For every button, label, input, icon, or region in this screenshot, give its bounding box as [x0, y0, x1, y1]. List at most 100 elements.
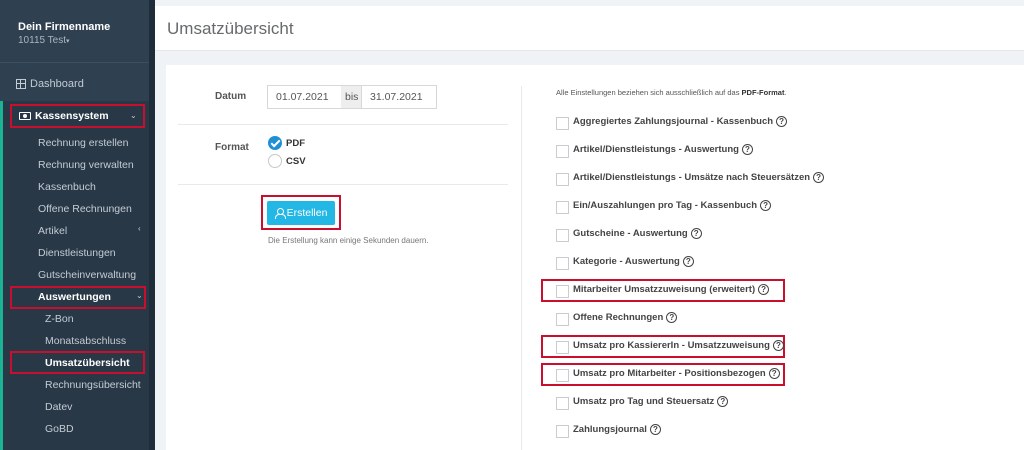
sidebar-item-label: Dashboard [30, 78, 84, 90]
active-indicator [0, 101, 3, 450]
option-text: Umsatz pro KassiererIn - Umsatzzuweisung [573, 340, 770, 351]
format-label: Format [215, 142, 249, 153]
option-checkbox[interactable] [556, 173, 569, 186]
sidebar-divider [0, 62, 149, 63]
sidebar-edge [149, 0, 155, 450]
date-to-input[interactable]: 31.07.2021 [361, 85, 437, 109]
sidebar-item-rechnungsuebersicht[interactable]: Rechnungsübersicht [45, 379, 141, 391]
option-label: Kategorie - Auswertung? [573, 256, 694, 267]
option-checkbox[interactable] [556, 229, 569, 242]
radio-pdf-label: PDF [286, 138, 305, 149]
option-label: Umsatz pro Mitarbeiter - Positionsbezoge… [573, 368, 780, 379]
datum-label: Datum [215, 91, 247, 102]
sidebar-item-rechnung-verwalten[interactable]: Rechnung verwalten [38, 159, 134, 171]
option-label: Ein/Auszahlungen pro Tag - Kassenbuch? [573, 200, 772, 211]
sidebar-item-dashboard[interactable]: Dashboard [16, 78, 84, 90]
help-icon[interactable]: ? [682, 256, 694, 267]
help-icon[interactable]: ? [649, 424, 661, 435]
option-checkbox[interactable] [556, 313, 569, 326]
grid-icon [16, 79, 26, 89]
radio-csv[interactable] [268, 154, 282, 168]
column-divider [521, 86, 522, 450]
option-text: Umsatz pro Tag und Steuersatz [573, 396, 715, 407]
option-text: Umsatz pro Mitarbeiter - Positionsbezoge… [573, 368, 766, 379]
help-icon[interactable]: ? [666, 312, 678, 323]
company-name: Dein Firmenname [18, 21, 111, 33]
erstellen-button-label: Erstellen [286, 207, 328, 219]
option-label: Aggregiertes Zahlungsjournal - Kassenbuc… [573, 116, 788, 127]
help-icon[interactable]: ? [768, 368, 780, 379]
option-label: Umsatz pro KassiererIn - Umsatzzuweisung… [573, 340, 784, 351]
option-text: Gutscheine - Auswertung [573, 228, 688, 239]
option-label: Artikel/Dienstleistungs - Auswertung? [573, 144, 753, 155]
cash-icon [19, 112, 31, 121]
option-text: Artikel/Dienstleistungs - Umsätze nach S… [573, 172, 811, 183]
sidebar: Dein Firmenname 10115 Test▾ Dashboard Ka… [0, 0, 155, 450]
option-checkbox[interactable] [556, 257, 569, 270]
sidebar-item-kassensystem[interactable]: Kassensystem [19, 110, 109, 122]
divider [178, 124, 508, 125]
page-title: Umsatzübersicht [167, 19, 294, 38]
settings-note-end: . [784, 88, 787, 97]
option-label: Mitarbeiter Umsatzzuweisung (erweitert)? [573, 284, 770, 295]
sidebar-item-artikel[interactable]: Artikel [38, 225, 67, 237]
chevron-down-icon: ⌄ [136, 291, 143, 300]
chevron-down-icon: ⌄ [130, 111, 137, 120]
option-text: Artikel/Dienstleistungs - Auswertung [573, 144, 739, 155]
sidebar-item-z-bon[interactable]: Z-Bon [45, 313, 74, 325]
help-icon[interactable]: ? [758, 284, 770, 295]
option-checkbox[interactable] [556, 285, 569, 298]
option-text: Offene Rechnungen [573, 312, 664, 323]
option-label: Offene Rechnungen? [573, 312, 678, 323]
option-checkbox[interactable] [556, 117, 569, 130]
sidebar-item-gutscheinverwaltung[interactable]: Gutscheinverwaltung [38, 269, 136, 281]
option-checkbox[interactable] [556, 425, 569, 438]
page-header: Umsatzübersicht [155, 6, 1024, 51]
sidebar-item-rechnung-erstellen[interactable]: Rechnung erstellen [38, 137, 128, 149]
option-text: Zahlungsjournal [573, 424, 647, 435]
sidebar-item-kassenbuch[interactable]: Kassenbuch [38, 181, 96, 193]
sidebar-item-offene-rechnungen[interactable]: Offene Rechnungen [38, 203, 132, 215]
help-icon[interactable]: ? [772, 340, 784, 351]
sidebar-item-datev[interactable]: Datev [45, 401, 72, 413]
sidebar-item-umsatzuebersicht[interactable]: Umsatzübersicht [45, 357, 130, 369]
help-icon[interactable]: ? [813, 172, 825, 183]
help-icon[interactable]: ? [776, 116, 788, 127]
option-checkbox[interactable] [556, 369, 569, 382]
chevron-left-icon: ‹ [138, 224, 141, 233]
branch-label: 10115 Test [18, 35, 67, 46]
option-checkbox[interactable] [556, 201, 569, 214]
user-icon [274, 208, 286, 219]
help-icon[interactable]: ? [690, 228, 702, 239]
option-text: Mitarbeiter Umsatzzuweisung (erweitert) [573, 284, 756, 295]
caret-down-icon: ▾ [66, 38, 70, 45]
sidebar-item-gobd[interactable]: GoBD [45, 423, 74, 435]
help-icon[interactable]: ? [717, 396, 729, 407]
option-checkbox[interactable] [556, 145, 569, 158]
option-text: Ein/Auszahlungen pro Tag - Kassenbuch [573, 200, 758, 211]
sidebar-item-auswertungen[interactable]: Auswertungen [38, 291, 111, 303]
radio-csv-label: CSV [286, 156, 306, 167]
sidebar-item-dienstleistungen[interactable]: Dienstleistungen [38, 247, 116, 259]
date-from-input[interactable]: 01.07.2021 [267, 85, 342, 109]
erstellen-button[interactable]: Erstellen [267, 201, 335, 225]
option-text: Aggregiertes Zahlungsjournal - Kassenbuc… [573, 116, 774, 127]
settings-note: Alle Einstellungen beziehen sich ausschl… [556, 88, 787, 97]
date-range-separator: bis [341, 85, 362, 109]
help-icon[interactable]: ? [760, 200, 772, 211]
option-label: Umsatz pro Tag und Steuersatz? [573, 396, 729, 407]
divider [178, 184, 508, 185]
radio-pdf[interactable] [268, 136, 282, 150]
sidebar-item-monatsabschluss[interactable]: Monatsabschluss [45, 335, 126, 347]
option-label: Artikel/Dienstleistungs - Umsätze nach S… [573, 172, 825, 183]
creation-hint: Die Erstellung kann einige Sekunden daue… [268, 236, 429, 245]
help-icon[interactable]: ? [741, 144, 753, 155]
settings-note-format: PDF-Format [741, 88, 785, 97]
option-text: Kategorie - Auswertung [573, 256, 680, 267]
settings-note-text: Alle Einstellungen beziehen sich ausschl… [556, 88, 742, 97]
branch-selector[interactable]: 10115 Test▾ [18, 35, 70, 46]
option-checkbox[interactable] [556, 341, 569, 354]
option-checkbox[interactable] [556, 397, 569, 410]
sidebar-item-label: Kassensystem [35, 110, 109, 122]
option-label: Zahlungsjournal? [573, 424, 661, 435]
